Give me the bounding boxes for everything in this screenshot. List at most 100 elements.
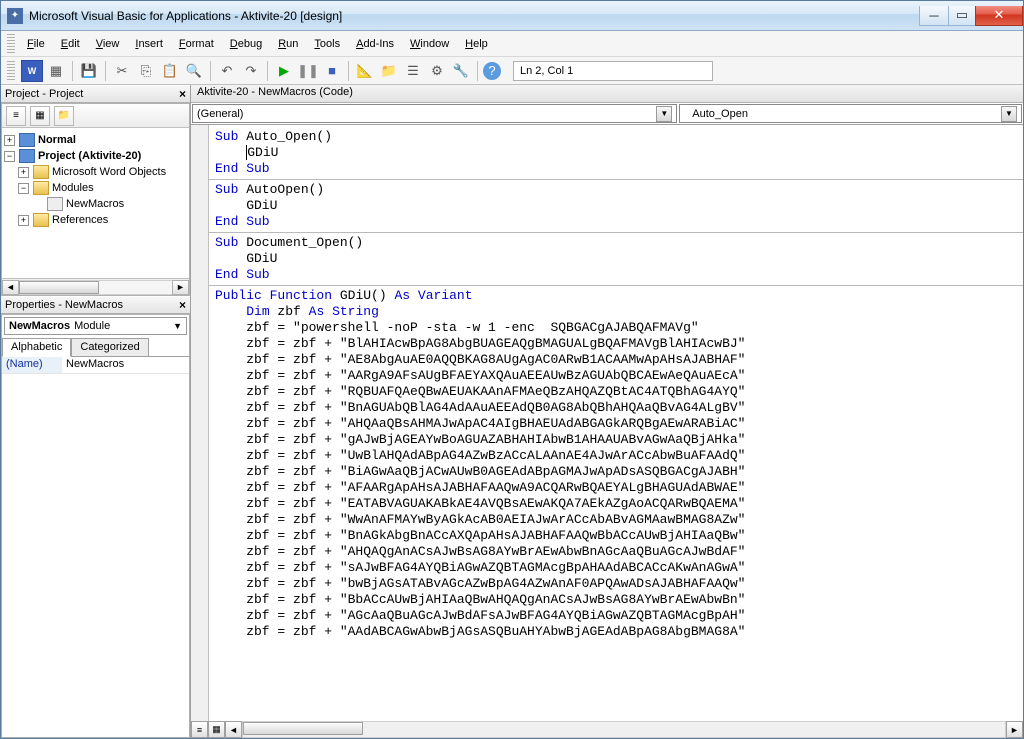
- cursor-position: Ln 2, Col 1: [513, 61, 713, 81]
- undo-icon[interactable]: ↶: [216, 60, 238, 82]
- project-tree[interactable]: + Normal − Project (Aktivite-20) + Microsof…: [2, 128, 189, 278]
- code-hscroll[interactable]: ≡ ▦ ◄ ►: [191, 721, 1023, 738]
- toolbox-icon[interactable]: 🔧: [450, 60, 472, 82]
- menu-window[interactable]: Window: [402, 35, 457, 53]
- expand-icon[interactable]: +: [18, 167, 29, 178]
- scroll-left-icon[interactable]: ◄: [2, 280, 19, 295]
- menu-help[interactable]: Help: [457, 35, 496, 53]
- view-full-icon[interactable]: ▦: [208, 721, 225, 738]
- properties-panel-title: Properties - NewMacros ×: [1, 296, 190, 314]
- toolbar: W ▦ 💾 ✂ ⎘ 📋 🔍 ↶ ↷ ▶ ❚❚ ■ 📐 📁 ☰ ⚙ 🔧 ? Ln …: [1, 57, 1023, 85]
- menu-format[interactable]: Format: [171, 35, 222, 53]
- project-toolbar: ≡ ▦ 📁: [2, 104, 189, 128]
- save-icon[interactable]: 💾: [78, 60, 100, 82]
- project-panel-label: Project - Project: [5, 88, 83, 100]
- tree-modules[interactable]: Modules: [52, 180, 94, 196]
- scroll-right-icon[interactable]: ►: [1006, 721, 1023, 738]
- word-icon[interactable]: W: [21, 60, 43, 82]
- menu-file[interactable]: File: [19, 35, 53, 53]
- properties-panel: NewMacros Module ▼ Alphabetic Categorize…: [1, 314, 190, 738]
- run-icon[interactable]: ▶: [273, 60, 295, 82]
- chevron-down-icon[interactable]: ▼: [656, 106, 672, 122]
- help-icon[interactable]: ?: [483, 62, 501, 80]
- menu-view[interactable]: View: [88, 35, 128, 53]
- project-icon: [19, 149, 35, 163]
- properties-object-dropdown[interactable]: NewMacros Module ▼: [4, 317, 187, 335]
- tree-references[interactable]: References: [52, 212, 108, 228]
- procedure-dropdown[interactable]: Auto_Open ▼: [679, 104, 1022, 123]
- code-area: Sub Auto_Open() GDiU End Sub Sub AutoOpe…: [191, 125, 1023, 738]
- cut-icon[interactable]: ✂: [111, 60, 133, 82]
- paste-icon[interactable]: 📋: [159, 60, 181, 82]
- minimize-button[interactable]: ─: [919, 6, 949, 26]
- menubar: FileEditViewInsertFormatDebugRunToolsAdd…: [1, 31, 1023, 57]
- folder-icon: [33, 165, 49, 179]
- prop-name-key[interactable]: (Name): [2, 357, 62, 373]
- toolbar-grip[interactable]: [7, 61, 15, 81]
- maximize-button[interactable]: ▭: [948, 6, 976, 26]
- folder-icon: [33, 213, 49, 227]
- toolbar-grip[interactable]: [7, 34, 15, 54]
- scroll-right-icon[interactable]: ►: [172, 280, 189, 295]
- app-window: ✦ Microsoft Visual Basic for Application…: [0, 0, 1024, 739]
- tab-alphabetic[interactable]: Alphabetic: [2, 338, 71, 357]
- scroll-thumb[interactable]: [19, 281, 99, 294]
- pause-icon[interactable]: ❚❚: [297, 60, 319, 82]
- code-document-title: Aktivite-20 - NewMacros (Code): [191, 85, 1023, 103]
- view-code-icon[interactable]: ≡: [6, 106, 26, 126]
- prop-name-value[interactable]: NewMacros: [62, 357, 189, 373]
- find-icon[interactable]: 🔍: [183, 60, 205, 82]
- main-area: Project - Project × ≡ ▦ 📁 + Normal − Proje…: [1, 85, 1023, 738]
- properties-grid[interactable]: (Name) NewMacros: [2, 357, 189, 737]
- object-browser-icon[interactable]: ⚙: [426, 60, 448, 82]
- close-button[interactable]: ✕: [975, 6, 1023, 26]
- scroll-thumb[interactable]: [243, 722, 363, 735]
- menu-debug[interactable]: Debug: [222, 35, 270, 53]
- collapse-icon[interactable]: −: [18, 183, 29, 194]
- menu-tools[interactable]: Tools: [306, 35, 348, 53]
- menu-insert[interactable]: Insert: [127, 35, 171, 53]
- properties-panel-label: Properties - NewMacros: [5, 299, 123, 311]
- properties-icon[interactable]: ☰: [402, 60, 424, 82]
- project-panel-close-icon[interactable]: ×: [179, 87, 186, 101]
- menu-addins[interactable]: Add-Ins: [348, 35, 402, 53]
- menu-run[interactable]: Run: [270, 35, 306, 53]
- module-icon: [47, 197, 63, 211]
- titlebar[interactable]: ✦ Microsoft Visual Basic for Application…: [1, 1, 1023, 31]
- menu-edit[interactable]: Edit: [53, 35, 88, 53]
- window-controls: ─ ▭ ✕: [920, 6, 1023, 26]
- view-procedure-icon[interactable]: ≡: [191, 721, 208, 738]
- object-dropdown-value: (General): [197, 108, 243, 120]
- properties-object-type: Module: [74, 320, 110, 332]
- window-title: Microsoft Visual Basic for Applications …: [29, 9, 920, 23]
- left-panels: Project - Project × ≡ ▦ 📁 + Normal − Proje…: [1, 85, 191, 738]
- expand-icon[interactable]: +: [18, 215, 29, 226]
- tree-normal[interactable]: Normal: [38, 132, 76, 148]
- tree-project[interactable]: Project (Aktivite-20): [38, 148, 141, 164]
- tree-word-objects[interactable]: Microsoft Word Objects: [52, 164, 166, 180]
- redo-icon[interactable]: ↷: [240, 60, 262, 82]
- code-editor[interactable]: Sub Auto_Open() GDiU End Sub Sub AutoOpe…: [209, 125, 1023, 721]
- project-explorer-icon[interactable]: 📁: [378, 60, 400, 82]
- design-mode-icon[interactable]: 📐: [354, 60, 376, 82]
- chevron-down-icon[interactable]: ▼: [173, 321, 182, 331]
- properties-tabs: Alphabetic Categorized: [2, 337, 189, 357]
- properties-panel-close-icon[interactable]: ×: [179, 298, 186, 312]
- scroll-left-icon[interactable]: ◄: [225, 721, 242, 738]
- tree-newmacros[interactable]: NewMacros: [66, 196, 124, 212]
- tab-categorized[interactable]: Categorized: [71, 338, 148, 357]
- code-window: Aktivite-20 - NewMacros (Code) (General)…: [191, 85, 1023, 738]
- toggle-folders-icon[interactable]: 📁: [54, 106, 74, 126]
- copy-icon[interactable]: ⎘: [135, 60, 157, 82]
- project-panel: ≡ ▦ 📁 + Normal − Project (Aktivite-20) + Mi…: [1, 103, 190, 296]
- view-object-icon[interactable]: ▦: [30, 106, 50, 126]
- chevron-down-icon[interactable]: ▼: [1001, 106, 1017, 122]
- collapse-icon[interactable]: −: [4, 151, 15, 162]
- code-combos: (General) ▼ Auto_Open ▼: [191, 103, 1023, 125]
- project-hscroll[interactable]: ◄ ►: [2, 278, 189, 295]
- object-dropdown[interactable]: (General) ▼: [192, 104, 677, 123]
- code-margin[interactable]: [191, 125, 209, 721]
- view-icon[interactable]: ▦: [45, 60, 67, 82]
- stop-icon[interactable]: ■: [321, 60, 343, 82]
- expand-icon[interactable]: +: [4, 135, 15, 146]
